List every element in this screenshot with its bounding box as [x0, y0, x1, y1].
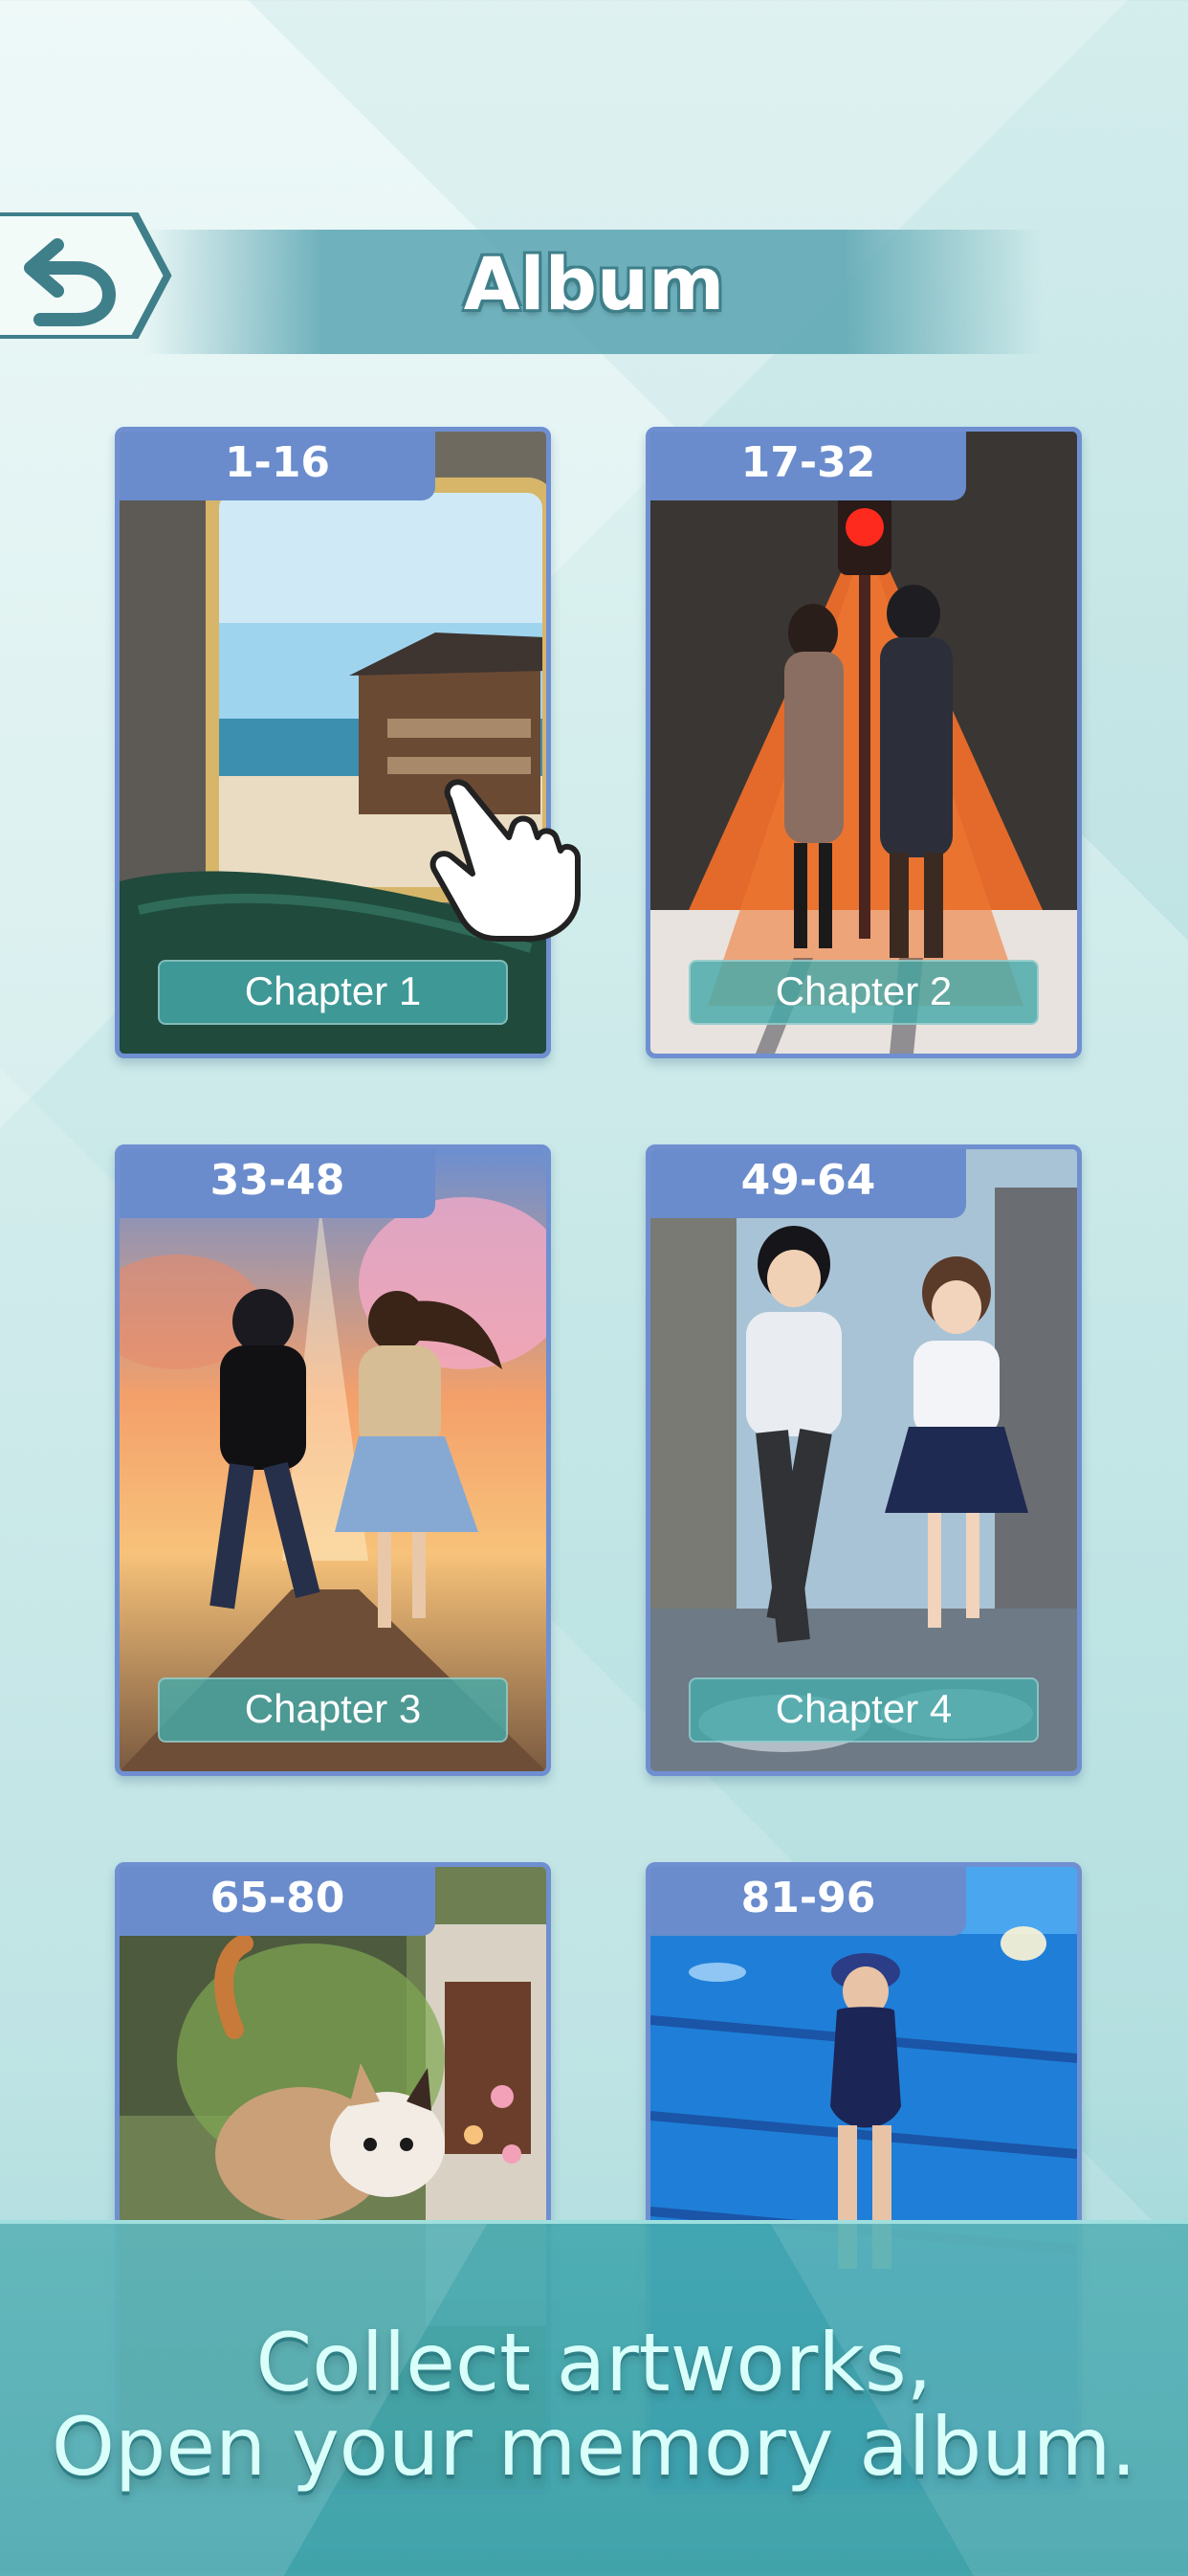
chapter-plate: Chapter 3: [158, 1677, 508, 1743]
range-label: 49-64: [740, 1156, 876, 1205]
page-title: Album: [463, 241, 725, 326]
range-label: 81-96: [740, 1874, 876, 1922]
chapter-plate: Chapter 2: [689, 960, 1039, 1025]
promo-banner: Collect artworks, Open your memory album…: [0, 2220, 1188, 2576]
album-card-chapter-3[interactable]: 33-48 Chapter 3: [115, 1144, 551, 1776]
slogan-line-2: Open your memory album.: [51, 2400, 1137, 2494]
chapter-plate: Chapter 4: [689, 1677, 1039, 1743]
pointing-hand-icon: [429, 779, 581, 942]
album-card-chapter-4[interactable]: 49-64 Chapter 4: [646, 1144, 1082, 1776]
range-label: 65-80: [209, 1874, 345, 1922]
range-label: 17-32: [740, 438, 876, 487]
album-card-chapter-1[interactable]: 1-16 Chapter 1: [115, 427, 551, 1058]
chapter-label: Chapter 3: [244, 1686, 422, 1731]
range-label: 1-16: [224, 438, 331, 487]
range-label: 33-48: [209, 1156, 345, 1205]
chapter-label: Chapter 1: [244, 968, 422, 1013]
chapter-label: Chapter 2: [775, 968, 953, 1013]
chapter-label: Chapter 4: [775, 1686, 953, 1731]
album-card-chapter-2[interactable]: 17-32 Chapter 2: [646, 427, 1082, 1058]
slogan-line-1: Collect artworks,: [255, 2316, 933, 2409]
chapter-plate: Chapter 1: [158, 960, 508, 1025]
